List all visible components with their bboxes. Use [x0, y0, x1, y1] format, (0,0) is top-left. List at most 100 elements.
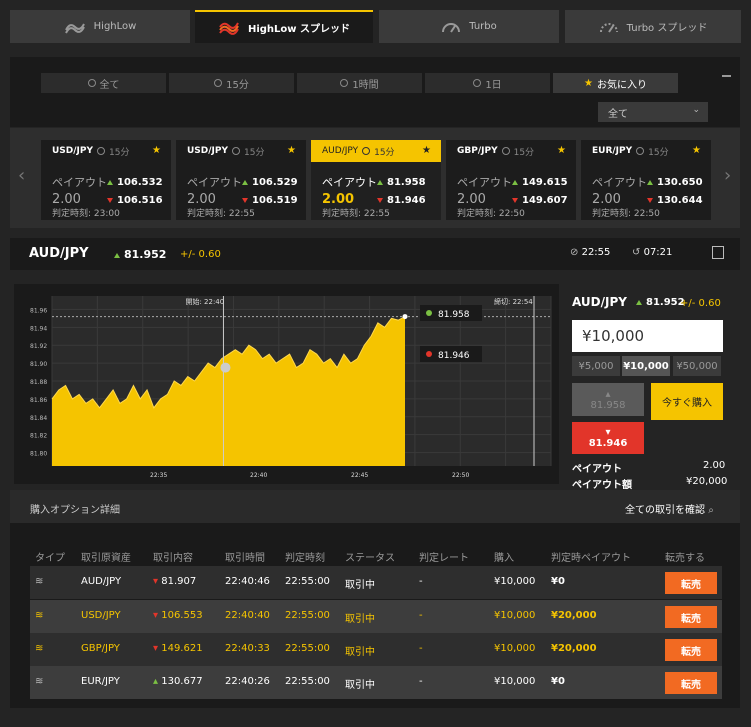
- tab-label: HighLow スプレッド: [247, 24, 351, 35]
- tab-turbo-spread[interactable]: Turbo スプレッド: [565, 10, 741, 43]
- end-label: 締切: 22:54: [494, 297, 533, 306]
- y-tick-label: 81.82: [30, 433, 47, 440]
- asset-filter-dropdown[interactable]: 全て ⌄: [598, 102, 708, 122]
- asset-card-selected[interactable]: AUD/JPY 15分 ★ ペイアウト 2.00 81.958 81.946 判定…: [311, 140, 441, 220]
- card-pair: USD/JPY: [52, 146, 94, 156]
- arrow-down-icon: [647, 198, 653, 203]
- row-time: 22:40:46: [225, 576, 270, 587]
- row-amount: ¥10,000: [494, 643, 536, 654]
- row-judge-rate: -: [419, 643, 423, 654]
- section-title: 購入オプション詳細: [30, 505, 120, 516]
- preset-50000-button[interactable]: ¥50,000: [673, 356, 721, 376]
- payout-amount-label: ペイアウト額: [572, 480, 632, 491]
- chevron-left-icon[interactable]: ‹: [18, 165, 25, 186]
- arrow-up-icon: [647, 180, 653, 185]
- row-status: 取引中: [345, 680, 375, 691]
- order-pair: AUD/JPY: [572, 295, 627, 309]
- high-rate: 106.529: [242, 177, 298, 188]
- purchase-section-header: 購入オプション詳細 全ての取引を確認 ⌕: [10, 490, 740, 523]
- view-all-link[interactable]: 全ての取引を確認 ⌕: [625, 501, 714, 516]
- row-rate: ▾ 81.907: [153, 576, 197, 587]
- info-icon[interactable]: [712, 246, 724, 259]
- resell-button[interactable]: 転売: [665, 606, 717, 628]
- x-tick-label: 22:35: [150, 472, 167, 479]
- search-icon: ⌕: [708, 505, 714, 516]
- arrow-up-icon: [636, 300, 642, 305]
- filter-tab-all[interactable]: 全て: [41, 73, 166, 93]
- filter-tab-1hour[interactable]: 1時間: [297, 73, 422, 93]
- amount-input[interactable]: ¥10,000: [572, 320, 723, 352]
- direction-icon: ▴: [153, 676, 159, 687]
- row-asset: USD/JPY: [81, 610, 121, 621]
- filter-tab-15min[interactable]: 15分: [169, 73, 294, 93]
- star-icon[interactable]: ★: [287, 145, 296, 156]
- chevron-right-icon[interactable]: ›: [724, 165, 731, 186]
- high-rate: 130.650: [647, 177, 703, 188]
- clock-icon: [362, 147, 371, 155]
- low-button[interactable]: ▾ 81.946: [572, 422, 644, 454]
- row-asset: AUD/JPY: [81, 576, 122, 587]
- clock-icon: [473, 79, 482, 87]
- direction-icon: ▾: [153, 643, 159, 654]
- spread-type-icon: ≋: [35, 610, 44, 621]
- highlow-spread-icon: [219, 22, 239, 35]
- filter-tab-1day[interactable]: 1日: [425, 73, 550, 93]
- row-amount: ¥10,000: [494, 676, 536, 687]
- collapse-icon[interactable]: [722, 75, 731, 77]
- start-label: 開始: 22:40: [185, 297, 224, 306]
- low-rate-label: 81.946: [438, 351, 470, 361]
- buy-now-button[interactable]: 今すぐ購入: [651, 383, 723, 420]
- close-time: ⊘ 22:55: [570, 247, 611, 258]
- asset-card[interactable]: EUR/JPY 15分 ★ ペイアウト 2.00 130.650 130.644 …: [581, 140, 711, 220]
- arrow-up-icon: [512, 180, 518, 185]
- resell-button[interactable]: 転売: [665, 639, 717, 661]
- arrow-up-icon: [426, 310, 432, 316]
- preset-5000-button[interactable]: ¥5,000: [572, 356, 620, 376]
- row-time: 22:40:26: [225, 676, 270, 687]
- turbo-gauge-icon: [442, 22, 461, 33]
- filter-tab-favorites[interactable]: ★ お気に入り: [553, 73, 678, 93]
- low-rate: 106.516: [107, 195, 163, 206]
- x-tick-label: 22:50: [452, 472, 469, 479]
- row-time: 22:40:33: [225, 643, 270, 654]
- history-icon: ↺: [632, 247, 641, 258]
- star-icon[interactable]: ★: [557, 145, 566, 156]
- card-pair: USD/JPY: [187, 146, 229, 156]
- arrow-down-icon: [242, 198, 248, 203]
- resell-button[interactable]: 転売: [665, 672, 717, 694]
- tab-highlow-spread[interactable]: HighLow スプレッド: [195, 10, 373, 43]
- turbo-spread-gauge-icon: [599, 22, 618, 33]
- resell-button[interactable]: 転売: [665, 572, 717, 594]
- y-tick-label: 81.86: [30, 397, 47, 404]
- table-row: ≋ USD/JPY ▾ 106.553 22:40:40 22:55:00 取引中 - ¥10…: [30, 600, 722, 633]
- clock-icon: [501, 147, 510, 155]
- star-icon[interactable]: ★: [422, 145, 431, 156]
- card-pair: AUD/JPY: [322, 146, 359, 156]
- asset-card[interactable]: GBP/JPY 15分 ★ ペイアウト 2.00 149.615 149.607 …: [446, 140, 576, 220]
- arrow-up-icon: [107, 180, 113, 185]
- tab-highlow[interactable]: HighLow: [10, 10, 190, 43]
- highlow-icon: [64, 23, 85, 33]
- row-status: 取引中: [345, 580, 375, 591]
- arrow-up-icon: [114, 253, 120, 258]
- y-tick-label: 81.92: [30, 343, 47, 350]
- payout-label: ペイアウト: [572, 464, 622, 475]
- row-expiry: 22:55:00: [285, 610, 330, 621]
- tab-turbo[interactable]: Turbo: [379, 10, 559, 43]
- arrow-down-icon: [426, 351, 432, 357]
- row-asset: GBP/JPY: [81, 643, 120, 654]
- clock-icon: [340, 79, 349, 87]
- row-expiry: 22:55:00: [285, 676, 330, 687]
- row-time: 22:40:40: [225, 610, 270, 621]
- asset-card[interactable]: USD/JPY 15分 ★ ペイアウト 2.00 106.532 106.516 …: [41, 140, 171, 220]
- star-icon: ★: [584, 77, 593, 89]
- clock-icon: [97, 147, 106, 155]
- y-tick-label: 81.94: [30, 325, 47, 332]
- clock-icon: [636, 147, 645, 155]
- high-button[interactable]: ▴ 81.958: [572, 383, 644, 416]
- star-icon[interactable]: ★: [152, 145, 161, 156]
- star-icon[interactable]: ★: [692, 145, 701, 156]
- low-rate: 81.946: [377, 195, 426, 206]
- preset-10000-button[interactable]: ¥10,000: [622, 356, 670, 376]
- asset-card[interactable]: USD/JPY 15分 ★ ペイアウト 2.00 106.529 106.519 …: [176, 140, 306, 220]
